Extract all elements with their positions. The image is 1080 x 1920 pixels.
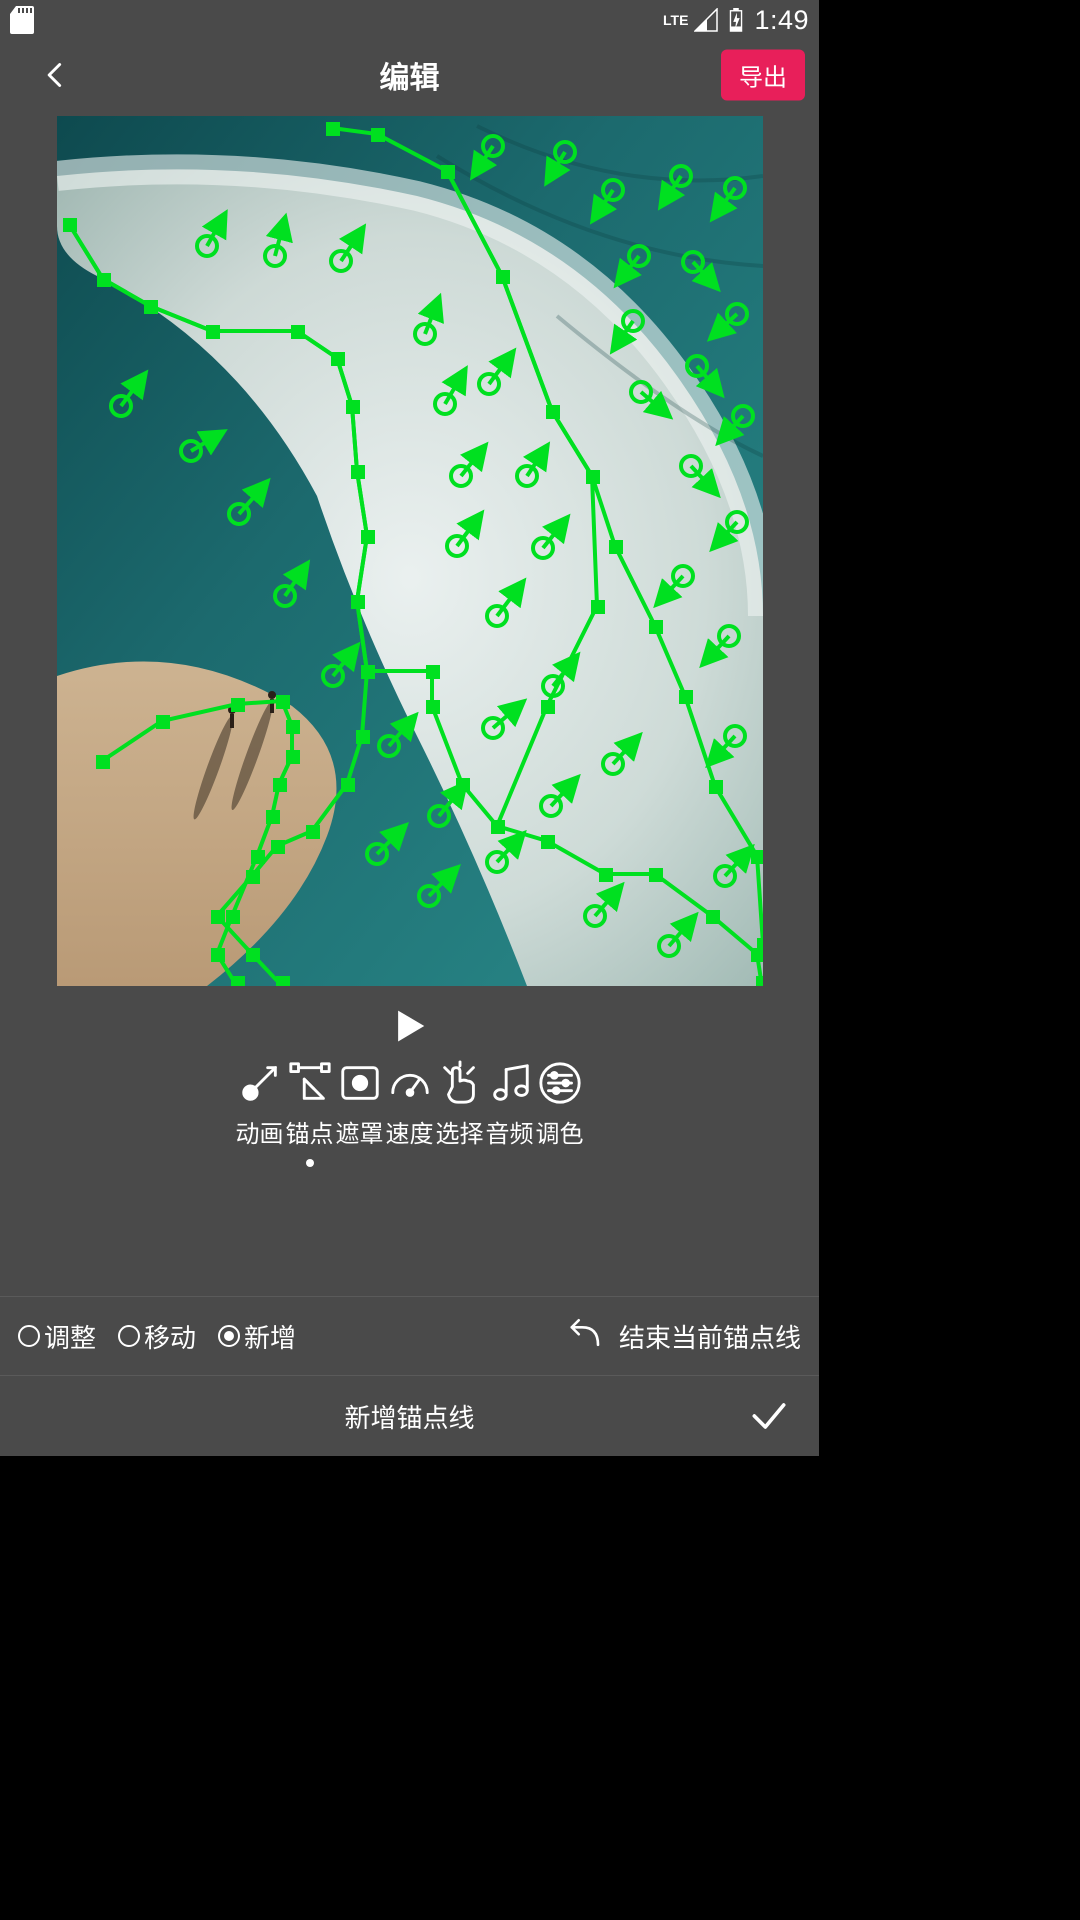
tool-label: 动画 — [236, 1114, 284, 1149]
speed-icon — [385, 1058, 435, 1108]
battery-charging-icon — [724, 8, 748, 32]
clock: 1:49 — [754, 5, 809, 36]
check-icon — [747, 1394, 791, 1438]
play-icon — [391, 1007, 429, 1045]
page-title: 编辑 — [380, 53, 440, 97]
editor-canvas[interactable] — [57, 116, 763, 986]
footer-title: 新增锚点线 — [344, 1398, 474, 1435]
radio-move[interactable]: 移动 — [118, 1318, 196, 1355]
tool-label: 调色 — [536, 1114, 584, 1149]
tool-label: 遮罩 — [336, 1114, 384, 1149]
end-line-label: 结束当前锚点线 — [619, 1318, 801, 1355]
app-header: 编辑 导出 — [0, 40, 819, 110]
tool-color[interactable]: 调色 — [535, 1054, 585, 1149]
radio-icon — [18, 1325, 40, 1347]
footer-row: 新增锚点线 — [0, 1376, 819, 1456]
tool-label: 音频 — [486, 1114, 534, 1149]
radio-adjust[interactable]: 调整 — [18, 1318, 96, 1355]
select-icon — [435, 1058, 485, 1108]
tool-select[interactable]: 选择 — [435, 1054, 485, 1149]
tool-speed[interactable]: 速度 — [385, 1054, 435, 1149]
radio-icon — [218, 1325, 240, 1347]
radio-label: 新增 — [244, 1318, 296, 1355]
tool-anchor[interactable]: 锚点 — [285, 1054, 335, 1167]
sliders-icon — [535, 1058, 585, 1108]
tool-animation[interactable]: 动画 — [235, 1054, 285, 1149]
tool-label: 选择 — [436, 1114, 484, 1149]
network-label: LTE — [663, 13, 688, 27]
end-anchor-line-button[interactable]: 结束当前锚点线 — [563, 1315, 801, 1357]
back-button[interactable] — [40, 60, 70, 90]
radio-label: 调整 — [44, 1318, 96, 1355]
play-button[interactable] — [0, 998, 819, 1054]
confirm-button[interactable] — [747, 1394, 791, 1438]
status-bar: LTE 1:49 — [0, 0, 819, 40]
tool-label: 锚点 — [286, 1114, 334, 1149]
sd-card-icon — [10, 6, 34, 34]
anchor-mode-row: 调整 移动 新增 结束当前锚点线 — [0, 1296, 819, 1376]
audio-icon — [485, 1058, 535, 1108]
radio-icon — [118, 1325, 140, 1347]
active-dot-icon — [306, 1159, 314, 1167]
radio-label: 移动 — [144, 1318, 196, 1355]
radio-add[interactable]: 新增 — [218, 1318, 296, 1355]
chevron-left-icon — [41, 61, 69, 89]
tool-audio[interactable]: 音频 — [485, 1054, 535, 1149]
anchor-overlay — [57, 116, 763, 986]
undo-icon — [563, 1315, 605, 1357]
export-button[interactable]: 导出 — [721, 50, 805, 101]
mask-icon — [335, 1058, 385, 1108]
tool-label: 速度 — [386, 1114, 434, 1149]
anchor-icon — [285, 1058, 335, 1108]
animation-icon — [235, 1058, 285, 1108]
tool-mask[interactable]: 遮罩 — [335, 1054, 385, 1149]
signal-icon — [694, 8, 718, 32]
tool-bar: 动画 锚点 遮罩 速度 — [229, 1054, 591, 1184]
